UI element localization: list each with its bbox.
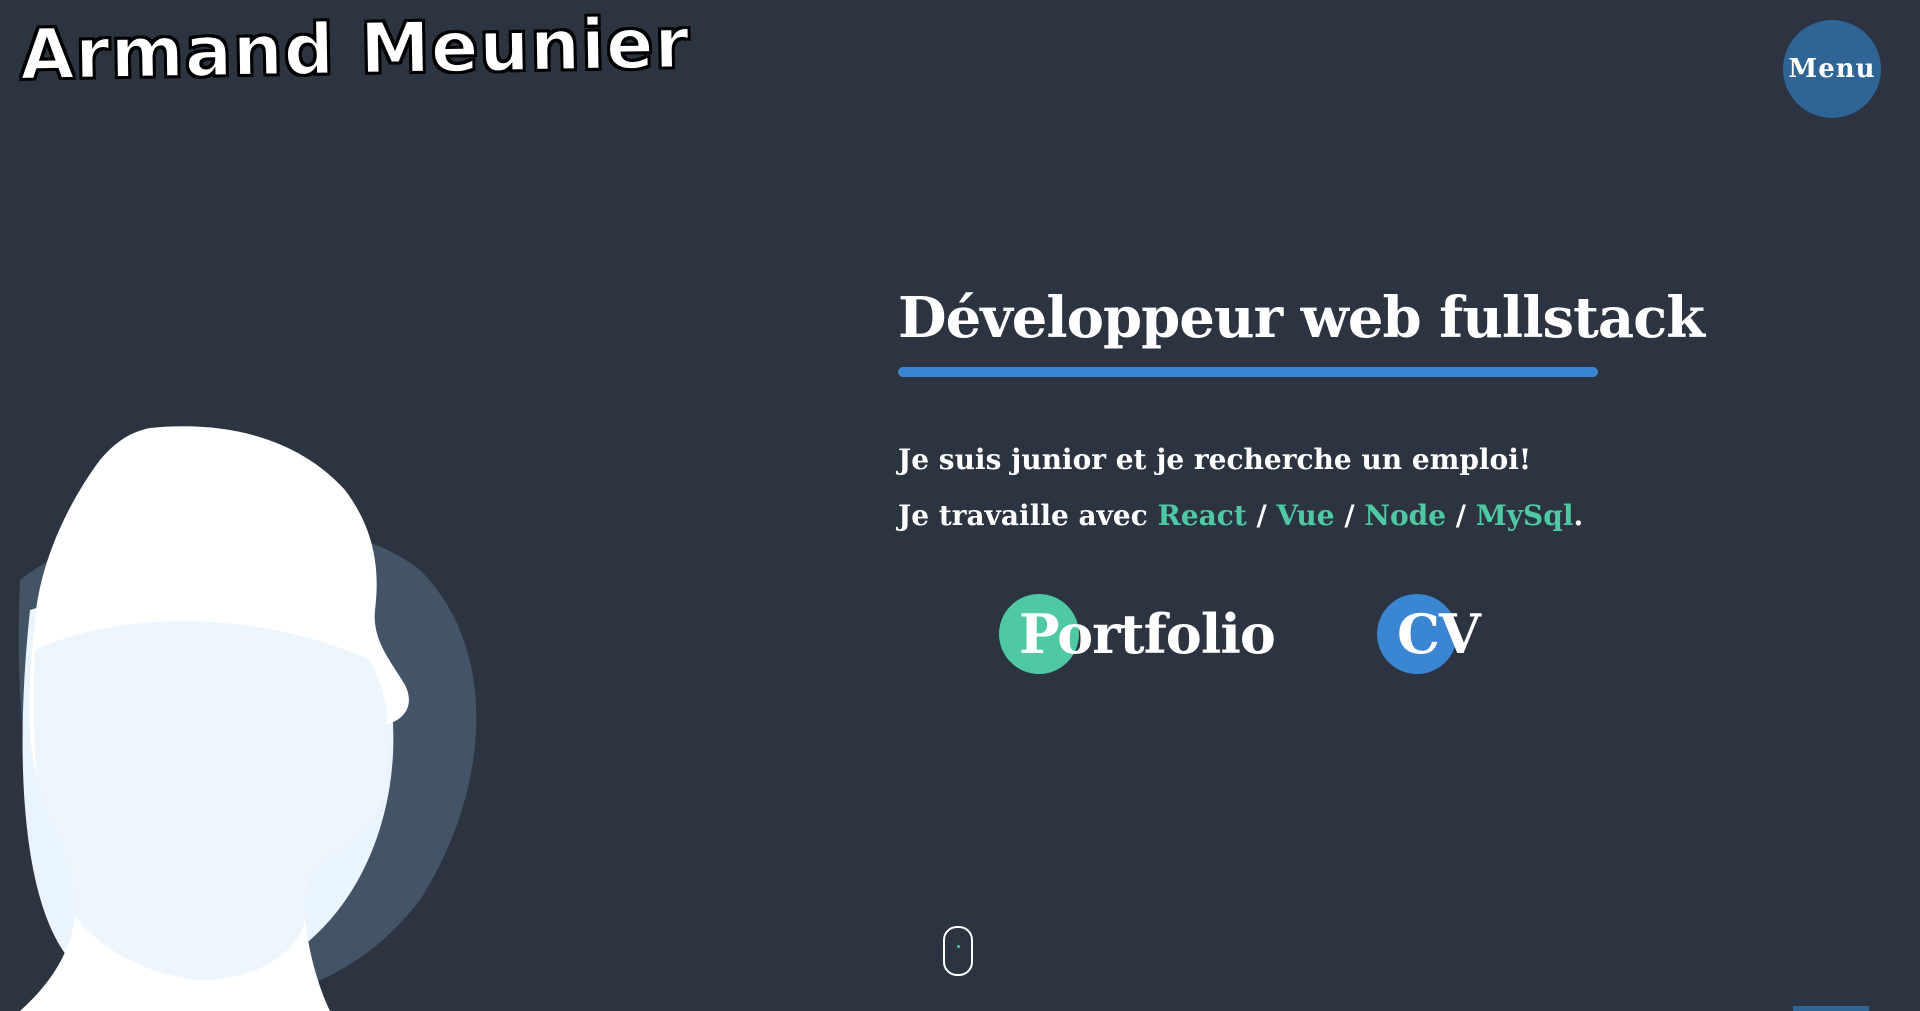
- portfolio-button[interactable]: Portfolio: [999, 594, 1276, 674]
- tech-link-react[interactable]: React: [1158, 499, 1247, 532]
- hero-headline: Développeur web fullstack: [898, 285, 1705, 351]
- portfolio-button-label: Portfolio: [1019, 602, 1276, 666]
- site-logo[interactable]: Armand Meunier: [18, 1, 691, 97]
- tech-stack-suffix: .: [1573, 499, 1584, 532]
- menu-button-label: Menu: [1788, 54, 1876, 84]
- cv-button[interactable]: CV: [1377, 594, 1481, 674]
- mouse-wheel-dot: [957, 945, 960, 948]
- menu-button[interactable]: Menu: [1783, 20, 1881, 118]
- hero-intro: Je suis junior et je recherche un emploi…: [898, 443, 1532, 476]
- tech-link-node[interactable]: Node: [1364, 499, 1446, 532]
- tech-link-mysql[interactable]: MySql: [1476, 499, 1574, 532]
- page: Armand Meunier Menu Développeur web full…: [0, 0, 1920, 1011]
- cv-button-label: CV: [1397, 602, 1481, 666]
- tech-link-vue[interactable]: Vue: [1277, 499, 1335, 532]
- tech-separator: /: [1334, 499, 1365, 532]
- tech-separator: /: [1446, 499, 1476, 532]
- headline-underline: [898, 367, 1598, 377]
- corner-accent-bar: [1793, 1006, 1869, 1011]
- tech-separator: /: [1246, 499, 1277, 532]
- tech-stack-prefix: Je travaille avec: [898, 499, 1158, 532]
- mouse-scroll-icon[interactable]: [943, 926, 973, 976]
- tech-stack-line: Je travaille avec React / Vue / Node / M…: [898, 499, 1583, 532]
- portrait-silhouette: [18, 426, 477, 1011]
